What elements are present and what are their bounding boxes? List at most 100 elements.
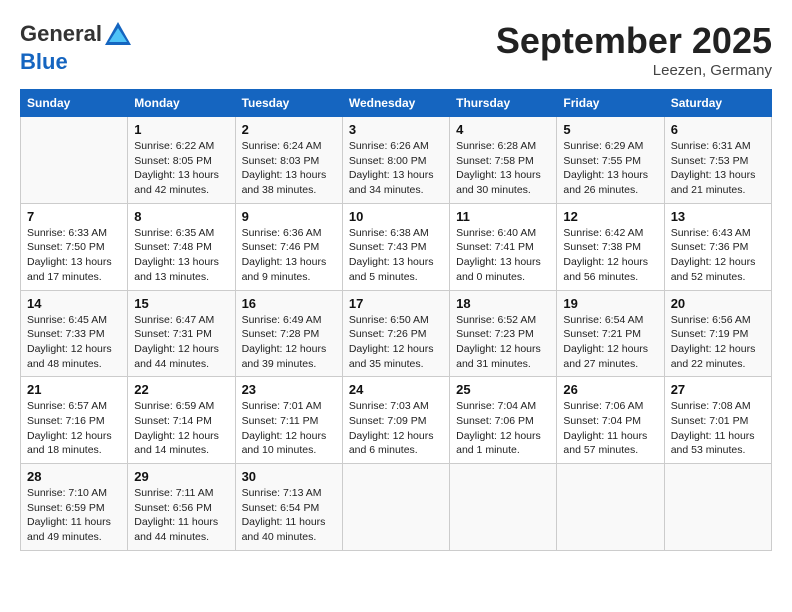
- column-header-thursday: Thursday: [450, 90, 557, 117]
- day-number: 4: [456, 122, 550, 137]
- day-info: Sunrise: 6:33 AMSunset: 7:50 PMDaylight:…: [27, 226, 121, 285]
- day-cell: [450, 464, 557, 551]
- day-info: Sunrise: 6:35 AMSunset: 7:48 PMDaylight:…: [134, 226, 228, 285]
- day-cell: 29 Sunrise: 7:11 AMSunset: 6:56 PMDayligh…: [128, 464, 235, 551]
- day-info: Sunrise: 7:03 AMSunset: 7:09 PMDaylight:…: [349, 399, 443, 458]
- day-cell: 4 Sunrise: 6:28 AMSunset: 7:58 PMDaylight…: [450, 117, 557, 204]
- day-number: 8: [134, 209, 228, 224]
- day-cell: 2 Sunrise: 6:24 AMSunset: 8:03 PMDaylight…: [235, 117, 342, 204]
- day-info: Sunrise: 6:50 AMSunset: 7:26 PMDaylight:…: [349, 313, 443, 372]
- day-info: Sunrise: 6:45 AMSunset: 7:33 PMDaylight:…: [27, 313, 121, 372]
- day-cell: 23 Sunrise: 7:01 AMSunset: 7:11 PMDayligh…: [235, 377, 342, 464]
- day-number: 21: [27, 382, 121, 397]
- day-cell: 7 Sunrise: 6:33 AMSunset: 7:50 PMDaylight…: [21, 203, 128, 290]
- calendar-body: 1 Sunrise: 6:22 AMSunset: 8:05 PMDaylight…: [21, 117, 772, 551]
- day-info: Sunrise: 7:10 AMSunset: 6:59 PMDaylight:…: [27, 486, 121, 545]
- day-info: Sunrise: 7:08 AMSunset: 7:01 PMDaylight:…: [671, 399, 765, 458]
- day-number: 11: [456, 209, 550, 224]
- day-cell: [342, 464, 449, 551]
- logo-blue: Blue: [20, 49, 68, 74]
- day-number: 2: [242, 122, 336, 137]
- day-cell: 5 Sunrise: 6:29 AMSunset: 7:55 PMDaylight…: [557, 117, 664, 204]
- day-number: 17: [349, 296, 443, 311]
- day-number: 3: [349, 122, 443, 137]
- day-info: Sunrise: 6:24 AMSunset: 8:03 PMDaylight:…: [242, 139, 336, 198]
- column-header-monday: Monday: [128, 90, 235, 117]
- day-info: Sunrise: 6:54 AMSunset: 7:21 PMDaylight:…: [563, 313, 657, 372]
- calendar-header-row: SundayMondayTuesdayWednesdayThursdayFrid…: [21, 90, 772, 117]
- day-number: 16: [242, 296, 336, 311]
- day-cell: 24 Sunrise: 7:03 AMSunset: 7:09 PMDayligh…: [342, 377, 449, 464]
- day-cell: 17 Sunrise: 6:50 AMSunset: 7:26 PMDayligh…: [342, 290, 449, 377]
- day-cell: 13 Sunrise: 6:43 AMSunset: 7:36 PMDayligh…: [664, 203, 771, 290]
- day-info: Sunrise: 6:43 AMSunset: 7:36 PMDaylight:…: [671, 226, 765, 285]
- day-info: Sunrise: 6:42 AMSunset: 7:38 PMDaylight:…: [563, 226, 657, 285]
- day-cell: 12 Sunrise: 6:42 AMSunset: 7:38 PMDayligh…: [557, 203, 664, 290]
- day-number: 6: [671, 122, 765, 137]
- day-cell: 21 Sunrise: 6:57 AMSunset: 7:16 PMDayligh…: [21, 377, 128, 464]
- day-number: 9: [242, 209, 336, 224]
- week-row-3: 14 Sunrise: 6:45 AMSunset: 7:33 PMDayligh…: [21, 290, 772, 377]
- day-number: 1: [134, 122, 228, 137]
- day-number: 19: [563, 296, 657, 311]
- day-info: Sunrise: 6:52 AMSunset: 7:23 PMDaylight:…: [456, 313, 550, 372]
- day-cell: 18 Sunrise: 6:52 AMSunset: 7:23 PMDayligh…: [450, 290, 557, 377]
- day-number: 26: [563, 382, 657, 397]
- day-info: Sunrise: 6:49 AMSunset: 7:28 PMDaylight:…: [242, 313, 336, 372]
- day-info: Sunrise: 6:47 AMSunset: 7:31 PMDaylight:…: [134, 313, 228, 372]
- day-info: Sunrise: 6:36 AMSunset: 7:46 PMDaylight:…: [242, 226, 336, 285]
- day-info: Sunrise: 6:29 AMSunset: 7:55 PMDaylight:…: [563, 139, 657, 198]
- title-block: September 2025 Leezen, Germany: [496, 20, 772, 79]
- day-cell: 16 Sunrise: 6:49 AMSunset: 7:28 PMDayligh…: [235, 290, 342, 377]
- day-cell: 3 Sunrise: 6:26 AMSunset: 8:00 PMDaylight…: [342, 117, 449, 204]
- day-cell: 9 Sunrise: 6:36 AMSunset: 7:46 PMDaylight…: [235, 203, 342, 290]
- day-number: 28: [27, 469, 121, 484]
- day-info: Sunrise: 6:22 AMSunset: 8:05 PMDaylight:…: [134, 139, 228, 198]
- day-info: Sunrise: 7:11 AMSunset: 6:56 PMDaylight:…: [134, 486, 228, 545]
- day-cell: 26Sunrise: 7:06 AMSunset: 7:04 PMDayligh…: [557, 377, 664, 464]
- week-row-5: 28 Sunrise: 7:10 AMSunset: 6:59 PMDayligh…: [21, 464, 772, 551]
- week-row-1: 1 Sunrise: 6:22 AMSunset: 8:05 PMDaylight…: [21, 117, 772, 204]
- day-cell: 22Sunrise: 6:59 AMSunset: 7:14 PMDayligh…: [128, 377, 235, 464]
- day-info: Sunrise: 7:01 AMSunset: 7:11 PMDaylight:…: [242, 399, 336, 458]
- day-cell: [664, 464, 771, 551]
- day-cell: 20Sunrise: 6:56 AMSunset: 7:19 PMDayligh…: [664, 290, 771, 377]
- day-cell: 28 Sunrise: 7:10 AMSunset: 6:59 PMDayligh…: [21, 464, 128, 551]
- day-info: Sunrise: 6:26 AMSunset: 8:00 PMDaylight:…: [349, 139, 443, 198]
- day-number: 18: [456, 296, 550, 311]
- day-info: Sunrise: 6:56 AMSunset: 7:19 PMDaylight:…: [671, 313, 765, 372]
- day-number: 14: [27, 296, 121, 311]
- column-header-tuesday: Tuesday: [235, 90, 342, 117]
- day-number: 25: [456, 382, 550, 397]
- day-cell: [21, 117, 128, 204]
- calendar-table: SundayMondayTuesdayWednesdayThursdayFrid…: [20, 89, 772, 551]
- day-info: Sunrise: 6:28 AMSunset: 7:58 PMDaylight:…: [456, 139, 550, 198]
- day-cell: 8 Sunrise: 6:35 AMSunset: 7:48 PMDaylight…: [128, 203, 235, 290]
- column-header-sunday: Sunday: [21, 90, 128, 117]
- day-number: 12: [563, 209, 657, 224]
- day-number: 5: [563, 122, 657, 137]
- day-cell: 27Sunrise: 7:08 AMSunset: 7:01 PMDayligh…: [664, 377, 771, 464]
- column-header-wednesday: Wednesday: [342, 90, 449, 117]
- day-info: Sunrise: 6:57 AMSunset: 7:16 PMDaylight:…: [27, 399, 121, 458]
- day-cell: [557, 464, 664, 551]
- day-cell: 30Sunrise: 7:13 AMSunset: 6:54 PMDayligh…: [235, 464, 342, 551]
- day-info: Sunrise: 6:31 AMSunset: 7:53 PMDaylight:…: [671, 139, 765, 198]
- day-number: 29: [134, 469, 228, 484]
- logo-general: General: [20, 21, 102, 46]
- day-number: 13: [671, 209, 765, 224]
- day-cell: 6 Sunrise: 6:31 AMSunset: 7:53 PMDaylight…: [664, 117, 771, 204]
- day-cell: 1 Sunrise: 6:22 AMSunset: 8:05 PMDaylight…: [128, 117, 235, 204]
- day-number: 24: [349, 382, 443, 397]
- day-number: 15: [134, 296, 228, 311]
- logo: General Blue: [20, 20, 134, 74]
- day-cell: 15 Sunrise: 6:47 AMSunset: 7:31 PMDayligh…: [128, 290, 235, 377]
- day-number: 7: [27, 209, 121, 224]
- day-number: 22: [134, 382, 228, 397]
- day-info: Sunrise: 7:04 AMSunset: 7:06 PMDaylight:…: [456, 399, 550, 458]
- day-info: Sunrise: 7:13 AMSunset: 6:54 PMDaylight:…: [242, 486, 336, 545]
- day-number: 10: [349, 209, 443, 224]
- day-number: 23: [242, 382, 336, 397]
- column-header-friday: Friday: [557, 90, 664, 117]
- day-cell: 11Sunrise: 6:40 AMSunset: 7:41 PMDayligh…: [450, 203, 557, 290]
